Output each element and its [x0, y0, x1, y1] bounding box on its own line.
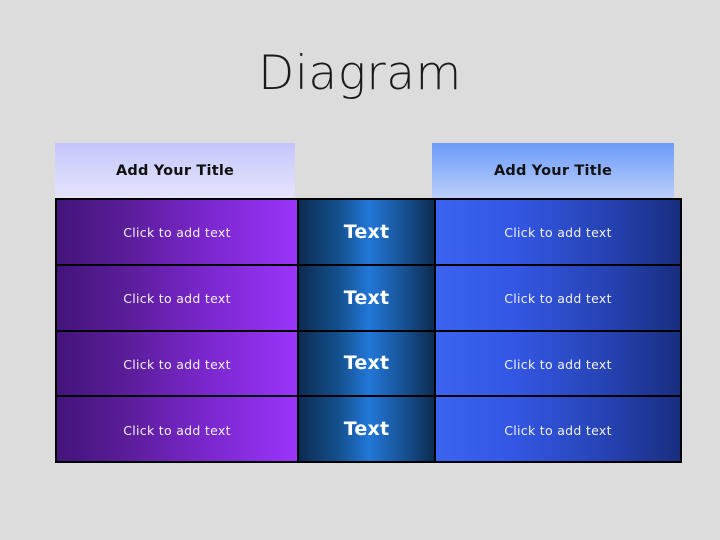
- column-header-left-label: Add Your Title: [115, 162, 235, 179]
- table-row: Click to add text Text Click to add text: [55, 198, 682, 266]
- cell-text: Text: [343, 286, 390, 309]
- cell-middle-row-4[interactable]: Text: [297, 395, 436, 463]
- cell-text: Click to add text: [123, 356, 231, 372]
- cell-right-row-4[interactable]: Click to add text: [434, 395, 682, 463]
- cell-text: Click to add text: [504, 422, 612, 438]
- cell-text: Click to add text: [504, 291, 612, 307]
- column-header-right[interactable]: Add Your Title: [432, 143, 674, 198]
- column-header-right-label: Add Your Title: [493, 162, 613, 179]
- cell-text: Text: [343, 352, 390, 375]
- cell-middle-row-2[interactable]: Text: [297, 263, 436, 332]
- cell-middle-row-3[interactable]: Text: [297, 329, 436, 398]
- cell-left-row-4[interactable]: Click to add text: [55, 395, 299, 463]
- cell-middle-row-1[interactable]: Text: [297, 198, 436, 266]
- table-row: Click to add text Text Click to add text: [55, 329, 682, 398]
- cell-text: Click to add text: [123, 422, 231, 438]
- table-row: Click to add text Text Click to add text: [55, 395, 682, 463]
- cell-text: Click to add text: [504, 225, 612, 241]
- cell-text: Click to add text: [123, 225, 231, 241]
- cell-text: Text: [343, 418, 390, 441]
- cell-text: Text: [343, 220, 390, 243]
- column-header-left[interactable]: Add Your Title: [55, 143, 295, 198]
- slide-canvas: Diagram Add Your Title Add Your Title Cl…: [0, 0, 720, 540]
- cell-right-row-1[interactable]: Click to add text: [434, 198, 682, 266]
- diagram-table-body: Click to add text Text Click to add text…: [55, 198, 682, 463]
- diagram-table: Click to add text Text Click to add text…: [55, 198, 682, 463]
- cell-left-row-3[interactable]: Click to add text: [55, 329, 299, 398]
- cell-right-row-3[interactable]: Click to add text: [434, 329, 682, 398]
- cell-text: Click to add text: [123, 291, 231, 307]
- cell-right-row-2[interactable]: Click to add text: [434, 263, 682, 332]
- cell-left-row-2[interactable]: Click to add text: [55, 263, 299, 332]
- page-title[interactable]: Diagram: [0, 46, 720, 102]
- cell-text: Click to add text: [504, 356, 612, 372]
- column-header-row: Add Your Title Add Your Title: [55, 143, 674, 198]
- table-row: Click to add text Text Click to add text: [55, 263, 682, 332]
- cell-left-row-1[interactable]: Click to add text: [55, 198, 299, 266]
